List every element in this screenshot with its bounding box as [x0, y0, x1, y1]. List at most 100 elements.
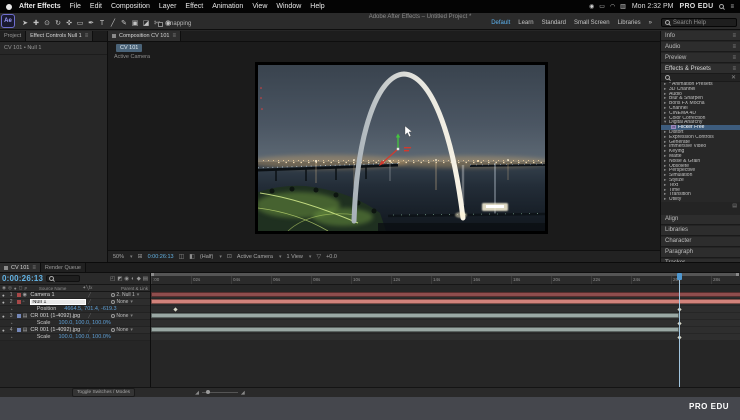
exposure-value[interactable]: +0.0	[326, 254, 337, 260]
audio-column-icon[interactable]: ◎	[8, 285, 12, 291]
menubar-item-file[interactable]: File	[70, 3, 81, 10]
layer-label-chip[interactable]	[17, 293, 21, 297]
pick-whip-icon[interactable]	[111, 328, 115, 332]
panel-tab-character[interactable]: Character	[661, 237, 740, 247]
panel-tab-preview[interactable]: Preview≡	[661, 53, 740, 63]
hide-shy-layers-icon[interactable]: ◉	[124, 276, 129, 282]
zoom-slider-track[interactable]	[202, 392, 238, 393]
source-name-column-label[interactable]: Source Name	[39, 286, 67, 291]
pick-whip-icon[interactable]	[111, 314, 115, 318]
layer-switches[interactable]: ╱	[88, 299, 109, 305]
property-value[interactable]: 4664.5, 701.4, -619.3	[64, 306, 116, 312]
line-tool[interactable]: ╱	[109, 19, 117, 28]
null-layer-bar[interactable]	[151, 299, 740, 304]
panel-tab-paragraph[interactable]: Paragraph	[661, 248, 740, 258]
orbit-camera-tool[interactable]: ↻	[54, 19, 62, 28]
hand-tool[interactable]: ✚	[32, 19, 40, 28]
workspace-learn[interactable]: Learn	[518, 20, 533, 26]
panel-tab-info[interactable]: Info≡	[661, 31, 740, 41]
screen-record-icon[interactable]: ◉	[589, 3, 594, 10]
footage-layer-bar[interactable]	[151, 327, 679, 332]
menubar-item-help[interactable]: Help	[310, 3, 324, 10]
comp-navigator-chip[interactable]: CV 101	[116, 44, 142, 52]
layer-visibility-icon[interactable]: ●	[2, 293, 8, 298]
property-name[interactable]: Scale	[37, 334, 51, 340]
tab-effect-controls[interactable]: Effect Controls Null 1 ≡	[26, 31, 93, 41]
solo-column-icon[interactable]: ●	[14, 286, 17, 291]
zoom-out-icon[interactable]: ◢	[195, 390, 199, 396]
search-help-box[interactable]: Search Help	[661, 18, 737, 27]
snapshot-icon[interactable]: ◫	[179, 253, 185, 260]
layer-label-chip[interactable]	[17, 328, 21, 332]
property-row-position[interactable]: ◔Position4664.5, 701.4, -619.3	[0, 306, 150, 313]
menubar-item-effect[interactable]: Effect	[185, 3, 203, 10]
layer-switches[interactable]: ╱	[88, 327, 109, 333]
layer-label-chip[interactable]	[17, 314, 21, 318]
menubar-item-animation[interactable]: Animation	[212, 3, 243, 10]
camera-select[interactable]: Active Camera	[237, 254, 273, 260]
footage-layer-bar[interactable]	[151, 313, 679, 318]
layer-name[interactable]: Camera 1	[30, 292, 86, 298]
panel-menu-icon[interactable]: ≡	[732, 33, 736, 39]
zoom-in-icon[interactable]: ◢	[241, 390, 245, 396]
motion-blur-icon[interactable]: ◆	[137, 276, 141, 282]
property-value[interactable]: 100.0, 100.0, 100.0%	[58, 320, 110, 326]
snapping-checkbox[interactable]	[158, 22, 163, 27]
tab-composition[interactable]: Composition CV 101 ≡	[108, 31, 181, 41]
workspace-overflow-chevron[interactable]: »	[649, 20, 652, 26]
eraser-tool[interactable]: ◪	[142, 19, 150, 28]
selection-tool[interactable]: ➤	[21, 19, 29, 28]
layer-row-null-1[interactable]: ●2▫Null 1╱None▾	[0, 299, 150, 306]
parent-link-select[interactable]: None▾	[111, 299, 148, 305]
timeline-track-area[interactable]: :0002s04s06s08s10s12s14s16s18s20s22s24s2…	[150, 273, 740, 389]
workspace-default[interactable]: Default	[491, 20, 510, 26]
pick-whip-icon[interactable]	[111, 293, 115, 297]
panel-menu-icon[interactable]: ≡	[85, 33, 89, 39]
layer-switches[interactable]: ╱	[88, 313, 109, 319]
property-row-scale[interactable]: ◔Scale100.0, 100.0, 100.0%	[0, 320, 150, 327]
draft-3d-icon[interactable]: ◩	[117, 276, 122, 282]
menubar-item-composition[interactable]: Composition	[111, 3, 150, 10]
panel-menu-icon[interactable]: ≡	[732, 55, 736, 61]
workspace-libraries[interactable]: Libraries	[618, 20, 641, 26]
property-name[interactable]: Position	[37, 306, 57, 312]
menubar-item-layer[interactable]: Layer	[159, 3, 177, 10]
layer-visibility-icon[interactable]: ●	[2, 300, 8, 305]
property-value[interactable]: 100.0, 100.0, 100.0%	[58, 334, 110, 340]
current-time-indicator[interactable]	[679, 276, 680, 389]
layer-name[interactable]: Null 1	[30, 299, 86, 305]
effects-search-field[interactable]: ✕	[661, 74, 740, 82]
tab-render-queue[interactable]: Render Queue	[41, 263, 86, 272]
region-of-interest-icon[interactable]: ⊡	[227, 253, 232, 260]
effects-presets-header[interactable]: Effects & Presets ≡	[661, 64, 740, 74]
layer-visibility-icon[interactable]: ●	[2, 328, 8, 333]
layer-switches[interactable]: ╱	[88, 292, 109, 298]
layer-label-chip[interactable]	[17, 300, 21, 304]
grid-options-icon[interactable]: ⊞	[138, 253, 143, 260]
lock-column-icon[interactable]: ◻	[19, 285, 23, 291]
stopwatch-icon[interactable]: ◔	[10, 321, 13, 326]
current-time-display[interactable]: 0:00:26:13	[2, 274, 43, 283]
control-center-icon[interactable]: ≡	[730, 4, 734, 10]
layer-row-camera-1[interactable]: ●1◉Camera 1╱2. Null 1▾	[0, 292, 150, 299]
brush-tool[interactable]: ✎	[120, 19, 128, 28]
parent-link-select[interactable]: 2. Null 1▾	[111, 292, 148, 298]
workspace-small-screen[interactable]: Small Screen	[574, 20, 610, 26]
layer-row-cr-001-1-4092-jpg[interactable]: ●4▤CR 001 (1-4092).jpg╱None▾	[0, 327, 150, 334]
pen-tool[interactable]: ✒	[87, 19, 95, 28]
panel-menu-icon[interactable]: ≡	[32, 265, 36, 271]
show-snapshot-icon[interactable]: ◧	[189, 253, 195, 260]
layer-visibility-icon[interactable]: ●	[2, 314, 8, 319]
rectangle-tool[interactable]: ▭	[76, 19, 84, 28]
tab-project[interactable]: Project	[0, 31, 26, 41]
pick-whip-icon[interactable]	[111, 300, 115, 304]
composition-viewer[interactable]: CV 101 Active Camera	[108, 42, 660, 250]
menubar-item-after-effects[interactable]: After Effects	[19, 3, 61, 10]
type-tool[interactable]: T	[98, 19, 106, 28]
panel-menu-icon[interactable]: ≡	[172, 33, 176, 39]
panel-tab-align[interactable]: Align	[661, 215, 740, 225]
pixel-aspect-icon[interactable]: ▽	[316, 253, 321, 260]
timeline-search-field[interactable]	[46, 275, 80, 282]
wifi-icon[interactable]: ◠	[610, 3, 615, 10]
menubar-item-edit[interactable]: Edit	[90, 3, 102, 10]
